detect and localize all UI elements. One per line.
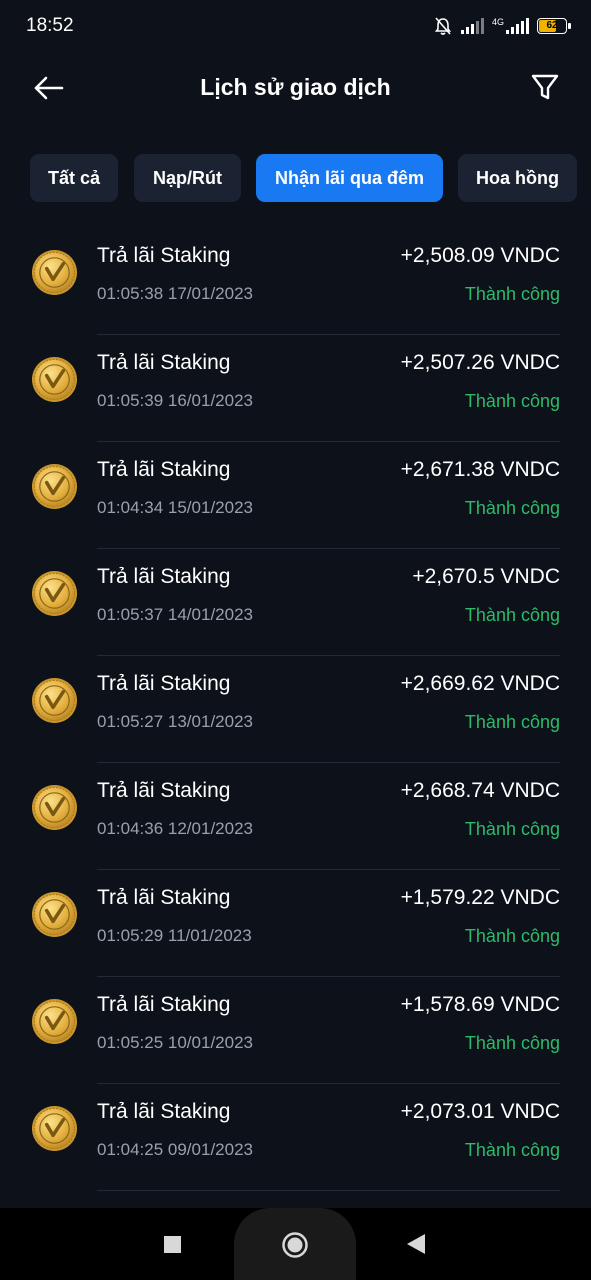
transaction-amount: +2,073.01 VNDC (400, 1100, 560, 1123)
transaction-status: Thành công (464, 391, 560, 411)
triangle-left-icon (407, 1234, 425, 1254)
transaction-amount: +1,578.69 VNDC (400, 993, 560, 1016)
transaction-amount: +2,668.74 VNDC (400, 779, 560, 802)
transaction-time: 01:04:25 09/01/2023 (97, 1140, 253, 1159)
transaction-title: Trả lãi Staking (97, 244, 231, 267)
transaction-time: 01:05:37 14/01/2023 (97, 605, 253, 624)
transaction-row[interactable]: Trả lãi Staking 01:05:38 17/01/2023 +2,5… (0, 228, 591, 335)
vndc-coin-icon (31, 891, 78, 938)
transaction-status: Thành công (464, 1140, 560, 1160)
vndc-coin-icon (31, 1105, 78, 1152)
transaction-status: Thành công (464, 498, 560, 518)
transaction-time: 01:04:36 12/01/2023 (97, 819, 253, 838)
transaction-time: 01:05:25 10/01/2023 (97, 1033, 253, 1052)
vndc-coin-icon (31, 570, 78, 617)
transaction-time: 01:05:38 17/01/2023 (97, 284, 253, 303)
transaction-title: Trả lãi Staking (97, 351, 231, 374)
transaction-row[interactable]: Trả lãi Staking 01:04:25 09/01/2023 +2,0… (0, 1084, 591, 1191)
transaction-row[interactable]: Trả lãi Staking 01:04:34 15/01/2023 +2,6… (0, 442, 591, 549)
vndc-coin-icon (31, 463, 78, 510)
filter-button[interactable] (527, 69, 563, 105)
vndc-coin-icon (31, 998, 78, 1045)
funnel-icon (531, 74, 559, 100)
battery-level: 62 (546, 20, 558, 31)
header: Lịch sử giao dịch (0, 52, 591, 124)
transaction-list: Trả lãi Staking 01:05:38 17/01/2023 +2,5… (0, 228, 591, 1191)
page-title: Lịch sử giao dịch (200, 74, 391, 100)
battery-icon: 62 (537, 18, 571, 34)
transaction-row[interactable]: Trả lãi Staking 01:05:37 14/01/2023 +2,6… (0, 549, 591, 656)
transaction-amount: +2,669.62 VNDC (400, 672, 560, 695)
signal-4g-icon: 4G (492, 18, 529, 34)
vndc-coin-icon (31, 784, 78, 831)
transaction-time: 01:05:39 16/01/2023 (97, 391, 253, 410)
transaction-status: Thành công (464, 1033, 560, 1053)
transaction-time: 01:05:29 11/01/2023 (97, 926, 252, 945)
divider (97, 1190, 560, 1191)
square-icon (164, 1236, 181, 1253)
transaction-amount: +2,507.26 VNDC (400, 351, 560, 374)
transaction-amount: +2,508.09 VNDC (400, 244, 560, 267)
transaction-status: Thành công (464, 605, 560, 625)
transaction-amount: +2,670.5 VNDC (412, 565, 560, 588)
circle-icon (282, 1232, 308, 1258)
transaction-time: 01:04:34 15/01/2023 (97, 498, 253, 517)
tab-all[interactable]: Tất cả (30, 154, 118, 202)
transaction-title: Trả lãi Staking (97, 1100, 231, 1123)
status-icons: 4G 62 (433, 16, 571, 36)
transaction-amount: +2,671.38 VNDC (400, 458, 560, 481)
recent-apps-button[interactable] (163, 1235, 182, 1259)
tab-overnight-interest[interactable]: Nhận lãi qua đêm (256, 154, 443, 202)
home-button[interactable] (281, 1231, 309, 1264)
system-nav-bar (0, 1208, 591, 1280)
network-type-label: 4G (491, 17, 504, 27)
transaction-status: Thành công (464, 284, 560, 304)
transaction-title: Trả lãi Staking (97, 779, 231, 802)
vndc-coin-icon (31, 677, 78, 724)
vndc-coin-icon (31, 249, 78, 296)
transaction-time: 01:05:27 13/01/2023 (97, 712, 253, 731)
transaction-title: Trả lãi Staking (97, 672, 231, 695)
transaction-title: Trả lãi Staking (97, 886, 231, 909)
transaction-title: Trả lãi Staking (97, 565, 231, 588)
status-time: 18:52 (26, 15, 74, 36)
transaction-row[interactable]: Trả lãi Staking 01:04:36 12/01/2023 +2,6… (0, 763, 591, 870)
silent-icon (434, 17, 452, 35)
transaction-row[interactable]: Trả lãi Staking 01:05:29 11/01/2023 +1,5… (0, 870, 591, 977)
transaction-status: Thành công (464, 926, 560, 946)
transaction-amount: +1,579.22 VNDC (400, 886, 560, 909)
status-bar: 18:52 4G 62 (0, 0, 591, 52)
transaction-row[interactable]: Trả lãi Staking 01:05:25 10/01/2023 +1,5… (0, 977, 591, 1084)
tab-commission[interactable]: Hoa hồng (458, 154, 577, 202)
transaction-row[interactable]: Trả lãi Staking 01:05:39 16/01/2023 +2,5… (0, 335, 591, 442)
transaction-row[interactable]: Trả lãi Staking 01:05:27 13/01/2023 +2,6… (0, 656, 591, 763)
tab-bar: Tất cả Nạp/Rút Nhận lãi qua đêm Hoa hồng (0, 154, 591, 204)
transaction-title: Trả lãi Staking (97, 458, 231, 481)
signal-icon (460, 18, 484, 34)
transaction-status: Thành công (464, 712, 560, 732)
tab-deposit-withdraw[interactable]: Nạp/Rút (134, 154, 241, 202)
transaction-title: Trả lãi Staking (97, 993, 231, 1016)
transaction-status: Thành công (464, 819, 560, 839)
back-nav-button[interactable] (406, 1233, 426, 1260)
vndc-coin-icon (31, 356, 78, 403)
